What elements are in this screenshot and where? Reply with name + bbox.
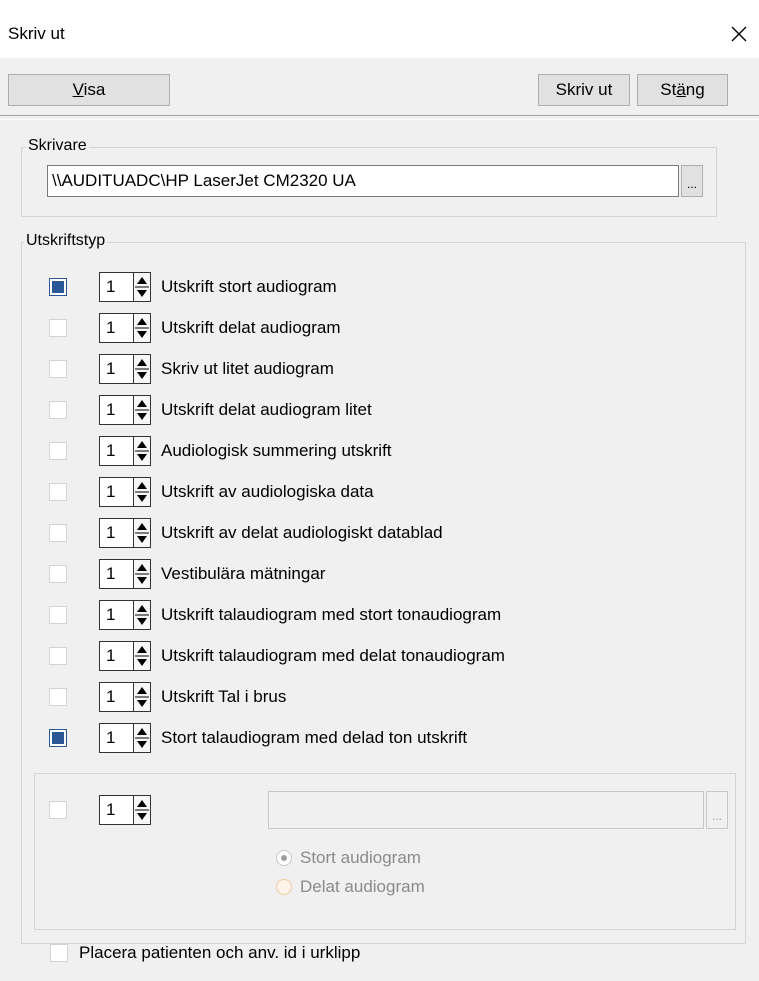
custom-file-field[interactable] xyxy=(268,791,704,829)
copies-stepper[interactable]: 1 xyxy=(99,313,155,343)
print-type-label: Utskrift talaudiogram med stort tonaudio… xyxy=(161,605,502,624)
print-type-checkbox[interactable] xyxy=(49,606,67,624)
copies-value[interactable]: 1 xyxy=(99,559,133,589)
print-type-checkbox[interactable] xyxy=(49,688,67,706)
show-button-label: Visa xyxy=(72,80,106,99)
printer-path-field[interactable]: \\AUDITUADC\HP LaserJet CM2320 UA xyxy=(47,165,679,197)
print-type-label: Stort talaudiogram med delad ton utskrif… xyxy=(161,728,468,747)
copies-value[interactable]: 1 xyxy=(99,477,133,507)
print-type-checkbox[interactable] xyxy=(49,278,67,296)
print-type-checkbox[interactable] xyxy=(49,524,67,542)
copies-stepper[interactable]: 1 xyxy=(99,354,155,384)
copies-value[interactable]: 1 xyxy=(99,272,133,302)
copies-value[interactable]: 1 xyxy=(99,641,133,671)
print-type-checkbox[interactable] xyxy=(49,565,67,583)
show-button[interactable]: Visa xyxy=(8,74,170,106)
copies-stepper[interactable]: 1 xyxy=(99,436,155,466)
radio-unselected-icon[interactable] xyxy=(276,879,292,895)
copies-value[interactable]: 1 xyxy=(99,313,133,343)
radio-large-audiogram[interactable]: Stort audiogram xyxy=(276,848,421,868)
copies-stepper[interactable]: 1 xyxy=(99,477,155,507)
stepper-arrows-icon[interactable] xyxy=(133,600,151,630)
print-type-label: Utskrift stort audiogram xyxy=(161,277,337,296)
stepper-arrows-icon[interactable] xyxy=(133,795,151,825)
close-icon[interactable] xyxy=(722,18,756,50)
print-type-checkbox[interactable] xyxy=(49,360,67,378)
stepper-arrows-icon[interactable] xyxy=(133,518,151,548)
copies-stepper[interactable]: 1 xyxy=(99,682,155,712)
stepper-arrows-icon[interactable] xyxy=(133,559,151,589)
copies-value[interactable]: 1 xyxy=(99,436,133,466)
print-type-label: Utskrift av delat audiologiskt datablad xyxy=(161,523,443,542)
stepper-arrows-icon[interactable] xyxy=(133,477,151,507)
clipboard-label: Placera patienten och anv. id i urklipp xyxy=(79,943,361,962)
copies-stepper[interactable]: 1 xyxy=(99,641,155,671)
print-type-checkbox[interactable] xyxy=(49,483,67,501)
close-button-label: Stäng xyxy=(660,80,705,99)
custom-print-checkbox[interactable] xyxy=(49,801,67,819)
stepper-arrows-icon[interactable] xyxy=(133,682,151,712)
print-type-label: Skriv ut litet audiogram xyxy=(161,359,334,378)
close-button[interactable]: Stäng xyxy=(637,74,728,106)
copies-stepper[interactable]: 1 xyxy=(99,518,155,548)
copies-stepper[interactable]: 1 xyxy=(99,723,155,753)
stepper-arrows-icon[interactable] xyxy=(133,313,151,343)
custom-copies-value[interactable]: 1 xyxy=(99,795,133,825)
print-type-checkbox[interactable] xyxy=(49,442,67,460)
copies-value[interactable]: 1 xyxy=(99,682,133,712)
copies-value[interactable]: 1 xyxy=(99,600,133,630)
print-type-label: Utskrift delat audiogram litet xyxy=(161,400,372,419)
radio-large-label: Stort audiogram xyxy=(300,848,421,867)
print-button-label: Skriv ut xyxy=(555,80,613,99)
radio-split-label: Delat audiogram xyxy=(300,877,425,896)
print-type-label: Utskrift Tal i brus xyxy=(161,687,287,706)
clipboard-checkbox[interactable] xyxy=(50,944,68,962)
print-type-checkbox[interactable] xyxy=(49,319,67,337)
title-bar: Skriv ut xyxy=(0,10,759,58)
copies-stepper[interactable]: 1 xyxy=(99,395,155,425)
stepper-arrows-icon[interactable] xyxy=(133,395,151,425)
print-button[interactable]: Skriv ut xyxy=(538,74,630,106)
copies-stepper[interactable]: 1 xyxy=(99,272,155,302)
custom-copies-stepper[interactable]: 1 xyxy=(99,795,155,825)
print-type-legend: Utskriftstyp xyxy=(24,232,108,250)
custom-browse-button[interactable]: ... xyxy=(706,791,728,829)
copies-value[interactable]: 1 xyxy=(99,723,133,753)
printer-path-value: \\AUDITUADC\HP LaserJet CM2320 UA xyxy=(52,171,356,190)
print-type-label: Utskrift delat audiogram xyxy=(161,318,341,337)
stepper-arrows-icon[interactable] xyxy=(133,641,151,671)
print-type-label: Audiologisk summering utskrift xyxy=(161,441,392,460)
stepper-arrows-icon[interactable] xyxy=(133,723,151,753)
print-type-checkbox[interactable] xyxy=(49,401,67,419)
window-title: Skriv ut xyxy=(8,24,65,43)
radio-selected-icon[interactable] xyxy=(276,850,292,866)
stepper-arrows-icon[interactable] xyxy=(133,436,151,466)
stepper-arrows-icon[interactable] xyxy=(133,272,151,302)
print-type-checkbox[interactable] xyxy=(49,729,67,747)
copies-value[interactable]: 1 xyxy=(99,354,133,384)
print-type-label: Vestibulära mätningar xyxy=(161,564,326,583)
print-type-label: Utskrift talaudiogram med delat tonaudio… xyxy=(161,646,505,665)
copies-stepper[interactable]: 1 xyxy=(99,559,155,589)
copies-value[interactable]: 1 xyxy=(99,518,133,548)
toolbar-separator xyxy=(0,115,759,120)
copies-value[interactable]: 1 xyxy=(99,395,133,425)
copies-stepper[interactable]: 1 xyxy=(99,600,155,630)
printer-legend: Skrivare xyxy=(26,137,89,155)
stepper-arrows-icon[interactable] xyxy=(133,354,151,384)
print-type-label: Utskrift av audiologiska data xyxy=(161,482,374,501)
radio-split-audiogram[interactable]: Delat audiogram xyxy=(276,877,425,897)
print-type-checkbox[interactable] xyxy=(49,647,67,665)
printer-browse-button[interactable]: ... xyxy=(681,165,703,197)
